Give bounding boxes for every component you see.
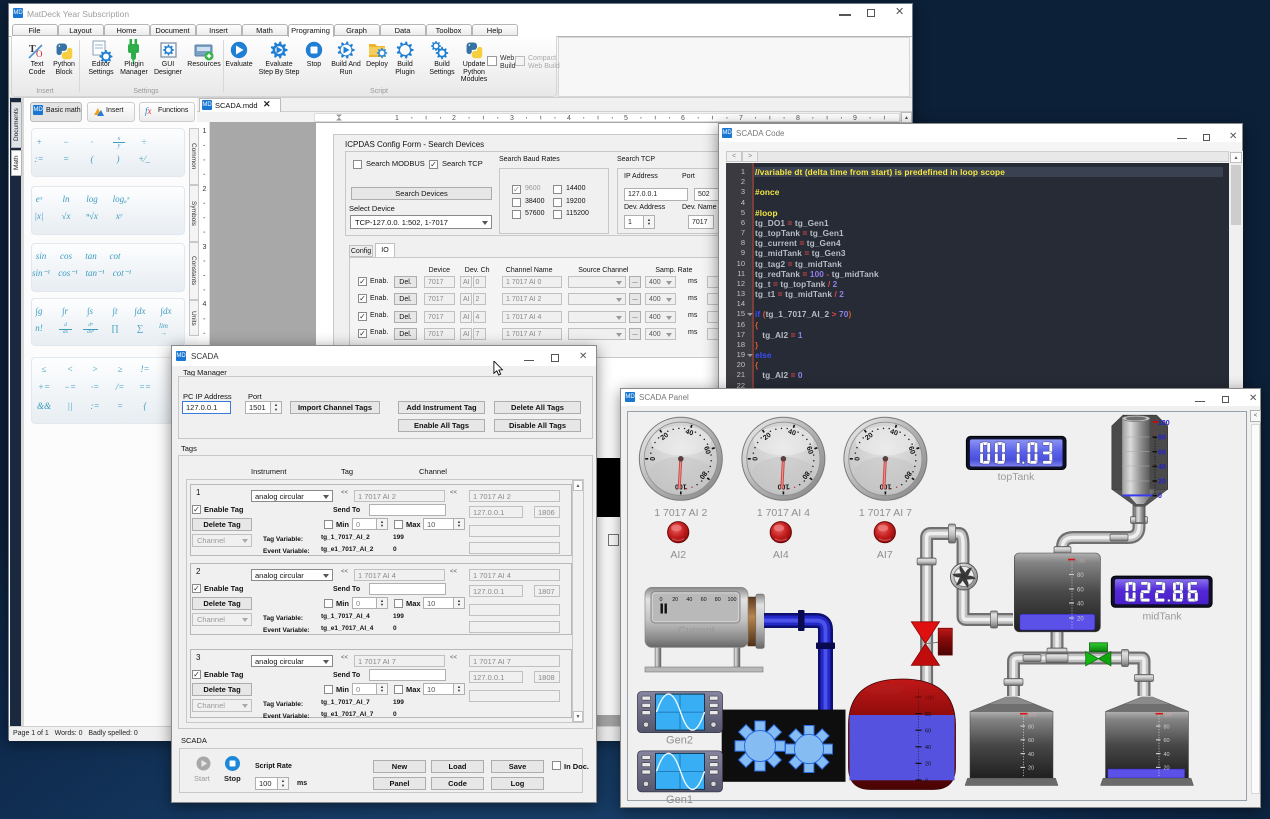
svg-text:0: 0 xyxy=(650,457,657,461)
svg-text:100: 100 xyxy=(1158,420,1170,427)
svg-text:0: 0 xyxy=(925,778,928,784)
svg-text:topTank: topTank xyxy=(998,471,1036,483)
svg-text:80: 80 xyxy=(715,597,721,603)
svg-text:20: 20 xyxy=(672,597,678,603)
svg-text:0: 0 xyxy=(753,457,760,461)
svg-text:80: 80 xyxy=(1158,435,1166,442)
svg-text:1 7017 AI 2: 1 7017 AI 2 xyxy=(654,507,707,519)
svg-text:100: 100 xyxy=(1029,713,1038,719)
svg-text:AI2: AI2 xyxy=(670,549,686,561)
svg-text:20: 20 xyxy=(1158,479,1166,486)
svg-text:80: 80 xyxy=(1028,724,1034,730)
svg-text:40: 40 xyxy=(1158,464,1166,471)
svg-text:40: 40 xyxy=(1028,752,1034,758)
svg-text:100: 100 xyxy=(1164,713,1173,719)
svg-text:AI4: AI4 xyxy=(773,549,789,561)
svg-text:20: 20 xyxy=(1164,766,1170,772)
svg-text:20: 20 xyxy=(925,762,931,768)
svg-text:100: 100 xyxy=(925,695,934,701)
svg-text:60: 60 xyxy=(1158,449,1166,456)
svg-text:60: 60 xyxy=(1028,738,1034,744)
svg-text:60: 60 xyxy=(701,597,707,603)
svg-text:40: 40 xyxy=(1077,602,1084,608)
svg-text:0: 0 xyxy=(660,597,663,603)
svg-text:0: 0 xyxy=(1158,493,1162,500)
svg-text:60: 60 xyxy=(1077,588,1084,594)
svg-text:100: 100 xyxy=(1077,559,1086,565)
svg-text:Gen1: Gen1 xyxy=(666,794,693,806)
svg-text:Gen2: Gen2 xyxy=(666,735,693,747)
svg-text:80: 80 xyxy=(925,712,931,718)
svg-text:T: T xyxy=(29,44,36,55)
svg-text:Current: Current xyxy=(678,625,715,637)
svg-text:1 7017 AI 7: 1 7017 AI 7 xyxy=(859,507,912,519)
svg-text:AI7: AI7 xyxy=(877,549,893,561)
svg-text:80: 80 xyxy=(1164,724,1170,730)
svg-text:40: 40 xyxy=(686,597,692,603)
svg-text:40: 40 xyxy=(925,745,931,751)
svg-text:40: 40 xyxy=(1164,752,1170,758)
svg-text:60: 60 xyxy=(1164,738,1170,744)
svg-text:0: 0 xyxy=(855,457,862,461)
svg-text:80: 80 xyxy=(1077,573,1084,579)
svg-text:midTank: midTank xyxy=(1142,611,1182,623)
svg-text:100: 100 xyxy=(728,597,737,603)
svg-text:20: 20 xyxy=(1028,766,1034,772)
svg-text:60: 60 xyxy=(925,729,931,735)
svg-text:1 7017 AI 4: 1 7017 AI 4 xyxy=(757,507,810,519)
svg-text:20: 20 xyxy=(1077,617,1084,623)
